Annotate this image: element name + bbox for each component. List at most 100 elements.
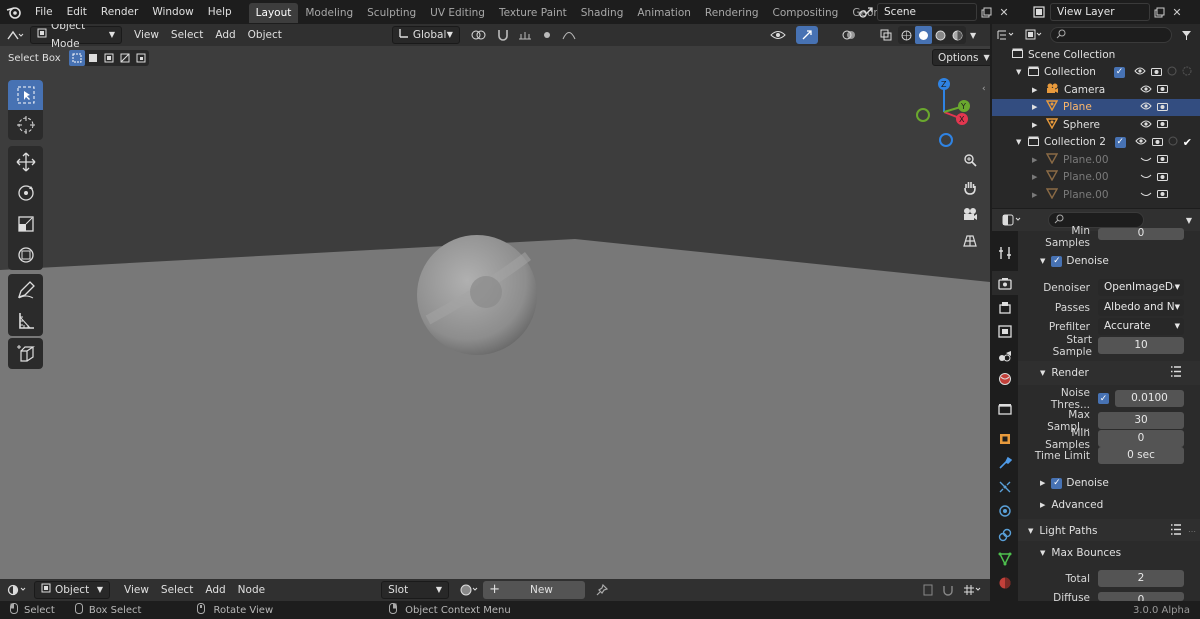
viewport-menu-select[interactable]: Select [165,26,209,44]
time-limit-value[interactable]: 0 sec [1098,447,1184,464]
light-paths-panel-header[interactable]: ▼ Light Paths ⋯ [1018,519,1200,543]
menu-render[interactable]: Render [94,0,145,24]
close-scene-icon[interactable]: ✕ [995,6,1013,19]
copy-view-layer-icon[interactable] [1150,7,1168,18]
denoiser-dropdown[interactable]: OpenImageDe... ▼ [1098,279,1184,296]
mode-dropdown[interactable]: Object Mode ▼ [30,24,122,50]
proportional-editing-icon[interactable] [536,30,558,40]
tab-sculpting[interactable]: Sculpting [360,3,423,23]
select-new-icon[interactable] [68,50,85,66]
object-data-tab-icon[interactable] [992,547,1018,571]
exclude-checkbox[interactable]: ✓ [1114,66,1125,78]
camera-render-icon[interactable] [1157,118,1168,131]
eye-icon[interactable] [1135,136,1147,148]
outliner-row-plane-00-c[interactable]: ▶ Plane.00 [992,186,1200,204]
object-tab-icon[interactable] [992,427,1018,451]
new-material-button[interactable]: + New [483,581,586,599]
material-browse-icon[interactable] [455,584,483,596]
rendered-shading-icon[interactable] [949,26,966,44]
expand-right-icon[interactable]: ▶ [1032,191,1046,199]
max-samples-value[interactable]: 30 [1098,412,1184,429]
advanced-panel-header[interactable]: ▶ Advanced [1018,493,1200,517]
node-editor-type-icon[interactable] [0,584,34,596]
indirect-only-icon[interactable] [1182,66,1192,79]
chevron-down-icon[interactable]: ▼ [1186,216,1192,225]
backdrop-icon[interactable] [918,584,938,596]
menu-file[interactable]: File [28,0,60,24]
min-samples-value[interactable]: 0 [1098,430,1184,447]
transform-tool-button[interactable] [8,239,43,270]
select-subtract-icon[interactable] [101,53,117,63]
tab-animation[interactable]: Animation [630,3,698,23]
exclude-checkbox[interactable]: ✓ [1114,136,1126,148]
eye-closed-icon[interactable] [1140,171,1152,183]
editor-type-icon[interactable] [0,29,30,41]
menu-help[interactable]: Help [201,0,239,24]
particles-tab-icon[interactable] [992,475,1018,499]
solid-shading-icon[interactable] [915,26,932,44]
wireframe-shading-icon[interactable] [898,26,915,44]
modifier-tab-icon[interactable] [992,451,1018,475]
camera-render-icon[interactable] [1157,83,1168,96]
drag-handle-icon[interactable]: ⋯ [1188,527,1196,536]
total-value[interactable]: 2 [1098,570,1184,587]
expand-right-icon[interactable]: ▶ [1032,121,1046,129]
start-sample-value[interactable]: 10 [1098,337,1184,354]
measure-tool-button[interactable] [8,305,43,336]
close-view-layer-icon[interactable]: ✕ [1168,6,1186,19]
scene-icon[interactable] [855,6,877,18]
camera-render-icon[interactable] [1157,188,1168,201]
blender-logo-icon[interactable] [0,0,28,24]
holdout-icon[interactable] [1168,136,1178,149]
select-extend-icon[interactable] [85,53,101,63]
outliner-row-collection-2[interactable]: ▼ Collection 2 ✓ ✔ [992,134,1200,152]
tab-layout[interactable]: Layout [248,3,299,23]
camera-view-icon[interactable] [958,202,982,226]
render-panel-header[interactable]: ▼ Render [1018,361,1200,385]
eye-icon[interactable] [1134,66,1146,78]
expand-right-icon[interactable]: ▶ [1032,103,1046,111]
zoom-icon[interactable] [958,148,982,172]
outliner-row-plane[interactable]: ▶ Plane [992,98,1200,116]
expand-down-icon[interactable]: ▼ [1016,68,1028,76]
min-samples-top-value[interactable]: 0 [1098,228,1184,240]
diffuse-value[interactable]: 0 [1098,592,1184,601]
sidebar-toggle-icon[interactable]: ‹ [982,84,986,94]
add-cube-tool-button[interactable] [8,338,43,369]
pin-icon[interactable] [589,584,615,596]
shader-type-dropdown[interactable]: Object ▼ [34,581,110,599]
tab-shading[interactable]: Shading [574,3,631,23]
node-menu-view[interactable]: View [118,581,155,599]
tab-uv-editing[interactable]: UV Editing [423,3,492,23]
rotate-tool-button[interactable] [8,177,43,208]
eye-icon[interactable] [1140,101,1152,113]
eye-icon[interactable] [1140,84,1152,96]
denoise-subpanel-header[interactable]: ▶ ✓ Denoise [1018,471,1200,495]
move-tool-button[interactable] [8,146,43,177]
cursor-tool-button[interactable] [8,110,43,140]
viewport-menu-object[interactable]: Object [242,26,288,44]
tab-modeling[interactable]: Modeling [298,3,360,23]
checkmark-icon[interactable]: ✔ [1183,136,1192,149]
denoise-checkbox[interactable]: ✓ [1051,255,1063,267]
menu-window[interactable]: Window [145,0,200,24]
slot-dropdown[interactable]: Slot ▼ [381,581,450,599]
outliner-row-scene-collection[interactable]: Scene Collection [992,46,1200,64]
expand-right-icon[interactable]: ▶ [1032,156,1046,164]
perspective-grid-icon[interactable] [958,229,982,253]
list-icon[interactable] [1170,524,1182,538]
expand-right-icon[interactable]: ▶ [1032,173,1046,181]
outliner-editor-icon[interactable] [992,29,1020,41]
constraints-tab-icon[interactable] [992,523,1018,547]
camera-render-icon[interactable] [1157,171,1168,184]
transform-orientation-dropdown[interactable]: Global ▼ [391,26,460,44]
outliner-search-input[interactable] [1050,27,1172,43]
snap-icon[interactable] [492,28,514,42]
xray-toggle-icon[interactable] [876,29,896,41]
overlay-toggle-icon[interactable] [838,28,860,42]
scale-tool-button[interactable] [8,208,43,239]
scene-name-field[interactable]: Scene [877,3,977,21]
outliner-row-sphere[interactable]: ▶ Sphere [992,116,1200,134]
outliner-row-camera[interactable]: ▶ Camera [992,81,1200,99]
pan-hand-icon[interactable] [958,175,982,199]
